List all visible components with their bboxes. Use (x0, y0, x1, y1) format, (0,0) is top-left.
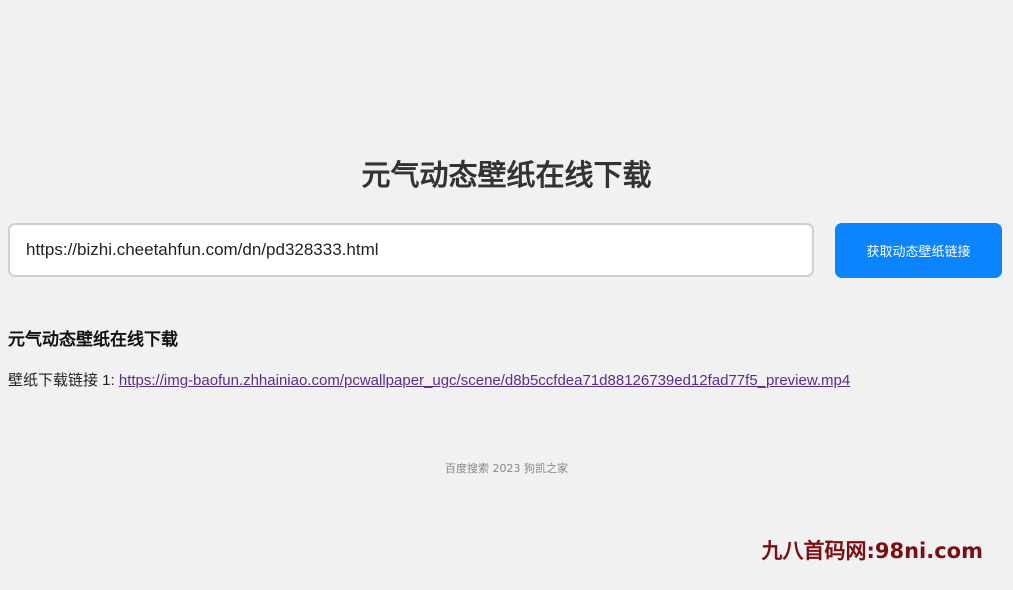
download-link-label: 壁纸下载链接 1: (8, 372, 119, 389)
watermark-logo: 九八首码网:98ni.com (761, 539, 983, 563)
download-link-row: 壁纸下载链接 1: https://img-baofun.zhhainiao.c… (8, 369, 850, 393)
footer: 百度搜索 2023 狗凯之家 (445, 462, 568, 475)
page-title: 元气动态壁纸在线下载 (361, 158, 652, 192)
get-wallpaper-link-button[interactable]: 获取动态壁纸链接 (835, 223, 1002, 278)
download-link[interactable]: https://img-baofun.zhhainiao.com/pcwallp… (119, 372, 850, 389)
result-heading: 元气动态壁纸在线下载 (8, 330, 178, 350)
url-input[interactable] (8, 223, 814, 277)
